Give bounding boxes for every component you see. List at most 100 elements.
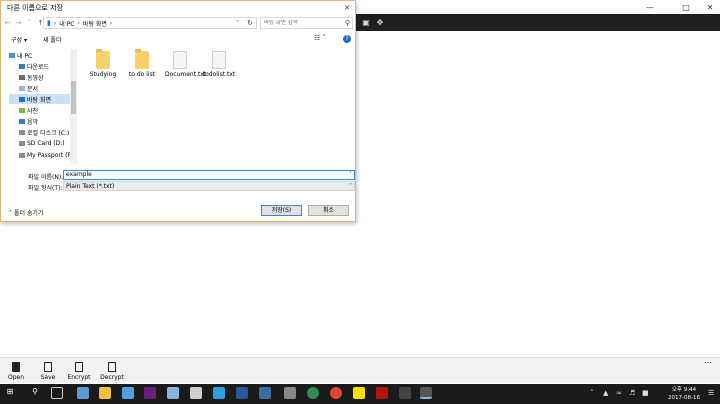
app-icon-3[interactable] <box>213 387 225 399</box>
taskbar: ⊞ ⚲ ˄ ▲ ≈ ♬ ■ 오후 9:44 2017-08-16 ☰ <box>0 384 720 404</box>
task-view-icon[interactable] <box>51 387 63 399</box>
visual-studio-icon[interactable] <box>144 387 156 399</box>
filetype-select[interactable]: Plain Text (*.txt) ˅ <box>63 181 355 191</box>
refresh-icon[interactable]: ↻ <box>244 17 256 29</box>
active-app-icon[interactable] <box>420 387 432 399</box>
close-icon[interactable]: ✕ <box>700 0 720 14</box>
nav-item-this-pc[interactable]: 내 PC <box>9 50 32 60</box>
more-options-icon[interactable]: ⋯ <box>704 358 712 367</box>
save-as-dialog: 다른 이름으로 저장 ✕ ← → ˅ ↑ ▮ › 내 PC › 바탕 화면 › … <box>0 0 356 222</box>
kakaotalk-icon[interactable] <box>353 387 365 399</box>
wifi-icon[interactable]: ≈ <box>616 389 622 397</box>
nav-label: SD Card (D:) <box>27 139 65 147</box>
nav-scrollbar[interactable] <box>70 49 77 164</box>
expand-icon[interactable]: ✥ <box>374 17 386 29</box>
filename-input[interactable] <box>66 171 336 178</box>
help-icon[interactable]: ? <box>343 35 351 43</box>
windows-start-icon[interactable]: ⊞ <box>4 387 16 399</box>
nav-label: 다운로드 <box>27 63 50 71</box>
text-file-icon <box>212 51 226 69</box>
store-icon[interactable] <box>122 387 134 399</box>
search-box[interactable]: ⚲ <box>260 17 353 29</box>
edge-icon[interactable] <box>77 387 89 399</box>
decrypt-button[interactable]: Decrypt <box>100 362 124 381</box>
save-button[interactable]: 저장(S) <box>261 205 302 216</box>
encrypt-button[interactable]: Encrypt <box>67 362 91 381</box>
back-icon[interactable]: ← <box>3 17 12 29</box>
file-item-todolist-txt[interactable]: todolist.txt <box>201 51 237 78</box>
forward-icon[interactable]: → <box>14 17 23 29</box>
nav-label: 음악 <box>27 118 39 126</box>
file-item-studying[interactable]: Studying <box>86 49 120 78</box>
clock-time: 오후 9:44 <box>671 387 697 393</box>
picture-icon <box>19 107 25 113</box>
command-row: 구성 ▾ 새 폴더 ☷ ˅ ? <box>1 32 355 46</box>
cancel-button[interactable]: 취소 <box>308 205 349 216</box>
notification-icon[interactable]: ☰ <box>708 389 714 397</box>
minimize-icon[interactable]: — <box>640 0 660 14</box>
clock[interactable]: 오후 9:44 2017-08-16 <box>664 386 704 402</box>
search-input[interactable] <box>264 20 344 26</box>
address-row: ← → ˅ ↑ ▮ › 내 PC › 바탕 화면 › ˅ ↻ ⚲ <box>1 15 355 31</box>
recent-icon[interactable]: ˅ <box>25 17 34 29</box>
nav-item-pictures[interactable]: 사진 <box>19 105 38 115</box>
open-icon <box>12 362 20 372</box>
breadcrumb-sep-icon: › <box>77 19 80 27</box>
organize-button[interactable]: 구성 ▾ <box>11 35 27 44</box>
desktop-icon <box>19 96 25 102</box>
nav-item-local-disk[interactable]: 로컬 디스크 (C:) <box>19 127 69 137</box>
network-icon[interactable]: ▲ <box>603 389 608 397</box>
nav-item-desktop[interactable]: 바탕 화면 <box>9 94 70 104</box>
nav-label: My Passport (F:) <box>27 151 75 159</box>
maximize-icon[interactable]: □ <box>676 0 696 14</box>
app-icon-7[interactable] <box>399 387 411 399</box>
chevron-down-icon[interactable]: ˅ <box>349 171 352 178</box>
hide-folders-toggle[interactable]: ˄ 폴더 숨기기 <box>9 208 43 217</box>
file-explorer-icon[interactable] <box>99 387 111 399</box>
save-app-button[interactable]: Save <box>36 362 60 381</box>
dialog-close-icon[interactable]: ✕ <box>341 2 353 14</box>
file-item-to-do-list[interactable]: to do list <box>125 49 159 78</box>
app-icon-2[interactable] <box>190 387 202 399</box>
chevron-down-icon: ˅ <box>349 183 352 190</box>
disk-icon <box>19 129 25 135</box>
ime-icon[interactable]: ■ <box>642 389 649 397</box>
nav-item-documents[interactable]: 문서 <box>19 83 38 93</box>
word-icon[interactable] <box>236 387 248 399</box>
filename-field[interactable]: ˅ <box>63 170 355 180</box>
nav-item-music[interactable]: 음악 <box>19 116 38 126</box>
volume-icon[interactable]: ♬ <box>629 389 635 397</box>
search-icon[interactable]: ⚲ <box>29 387 41 399</box>
fit-icon[interactable]: ▣ <box>360 17 372 29</box>
folder-icon <box>96 49 110 69</box>
navigation-pane: 내 PC 다운로드 동영상 문서 바탕 화면 사진 음악 로컬 디스크 (C:)… <box>9 48 77 164</box>
app-icon-1[interactable] <box>167 387 179 399</box>
desktop-location-icon: ▮ <box>47 19 51 27</box>
view-options-icon[interactable]: ☷ ˅ <box>314 34 326 42</box>
breadcrumb-root[interactable]: 내 PC <box>59 19 74 28</box>
app-icon-6[interactable] <box>307 387 319 399</box>
nav-label: 로컬 디스크 (C:) <box>27 129 70 137</box>
app-toolbar: ▣ ✥ <box>356 14 720 31</box>
chevron-up-icon: ˄ <box>9 210 12 217</box>
open-label: Open <box>7 374 25 381</box>
encrypt-icon <box>75 362 83 372</box>
tray-chevron-icon[interactable]: ˄ <box>590 389 594 397</box>
app-icon-5[interactable] <box>284 387 296 399</box>
nav-item-sd-card[interactable]: SD Card (D:) <box>19 138 65 148</box>
nav-item-my-passport[interactable]: My Passport (F:) <box>19 150 75 160</box>
new-folder-button[interactable]: 새 폴더 <box>43 35 61 44</box>
nav-item-videos[interactable]: 동영상 <box>19 72 44 82</box>
address-bar[interactable]: ▮ › 내 PC › 바탕 화면 › ˅ <box>43 17 257 29</box>
address-dropdown-icon[interactable]: ˅ <box>236 20 239 27</box>
breadcrumb-folder[interactable]: 바탕 화면 <box>83 19 107 28</box>
app-icon-4[interactable] <box>259 387 271 399</box>
document-icon <box>19 85 25 91</box>
nav-scroll-thumb[interactable] <box>71 81 76 114</box>
chrome-icon[interactable] <box>330 387 342 399</box>
file-item-document-txt[interactable]: Document.txt <box>163 51 206 78</box>
open-button[interactable]: Open <box>4 362 28 381</box>
nav-item-downloads[interactable]: 다운로드 <box>19 61 49 71</box>
filezilla-icon[interactable] <box>376 387 388 399</box>
filetype-label: 파일 형식(T): <box>28 185 63 192</box>
